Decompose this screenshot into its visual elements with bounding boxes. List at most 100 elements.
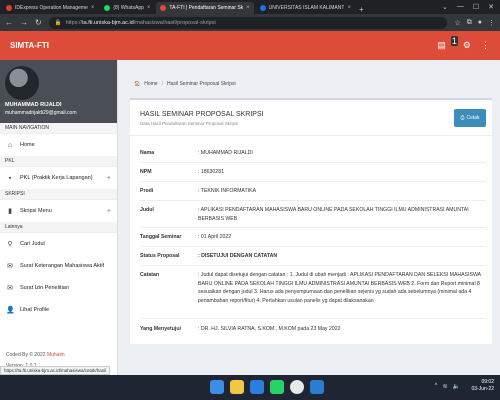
chrome-icon[interactable] (290, 380, 304, 394)
chevron-up-icon[interactable]: ^ (435, 383, 438, 390)
sidebar-item-label: Surat Izin Penelitian (20, 285, 69, 291)
result-card: HASIL SEMINAR PROPOSAL SKRIPSI Data Hasi… (130, 98, 492, 344)
user-icon: 👤 (6, 307, 15, 314)
breadcrumb-separator: / (161, 81, 163, 87)
message-icon[interactable]: ▤ 1 (437, 36, 458, 51)
detail-value: : DISETUJUI DENGAN CATATAN (198, 253, 278, 259)
tab-favicon (259, 5, 266, 11)
section-skripsi: SKRIPSI (0, 189, 117, 200)
word-icon[interactable] (310, 380, 324, 394)
minimize-icon[interactable]: — (457, 3, 464, 11)
tab-close-icon[interactable]: × (347, 5, 351, 11)
sidebar-item-label: Cari Judul (20, 241, 45, 247)
chevron-down-icon[interactable]: ⌄ (442, 3, 448, 11)
sidebar: MUHAMMAD RIJALDI muhammadrijaldi29@gmail… (0, 60, 118, 375)
clock[interactable]: 09:02 03-Jun-22 (471, 379, 494, 393)
credit-text: Coded By © 2022 (6, 352, 47, 358)
extensions-icon[interactable]: ⧉ (467, 19, 472, 27)
more-icon[interactable]: ⋮ (481, 40, 490, 51)
window-controls: ⌄ — ☐ ✕ (436, 3, 500, 11)
sidebar-item-label: Skripsi Menu (20, 208, 52, 214)
detail-value: : MUHAMMAD RIJALDI (198, 150, 253, 156)
sidebar-item-pkl[interactable]: ▪ PKL (Praktik Kerja Lapangan) + (0, 167, 117, 189)
print-button[interactable]: ⎙ Cetak (454, 109, 486, 127)
footer-credit: Coded By © 2022 Muhaim (6, 352, 65, 358)
wifi-icon[interactable]: ≋ (442, 383, 447, 390)
tab-close-icon[interactable]: × (246, 5, 250, 11)
profile-icon[interactable]: ● (478, 19, 482, 27)
tab-favicon (104, 5, 111, 11)
sidebar-item-surat-aktif[interactable]: ✉ Surat Keterangan Mahasiswa Aktif (0, 255, 117, 277)
divider (140, 162, 486, 163)
file-explorer-icon[interactable] (230, 380, 244, 394)
address-bar: ← → ↻ 🔒 https://ta.fti.uniska-bjm.ac.id/… (0, 14, 500, 31)
tab-title: IDExpress Operation Manageme (15, 5, 88, 11)
forward-icon[interactable]: → (20, 18, 28, 27)
section-main-navigation: MAIN NAVIGATION (0, 123, 117, 134)
plus-icon: + (106, 207, 111, 215)
detail-row-catatan: Catatan : Judul dapat disetujui dengan c… (140, 271, 486, 305)
tab-title: TA-FTI | Pendaftaran Seminar Sk (169, 5, 244, 11)
home-icon: ⌂ (7, 141, 13, 149)
sidebar-item-skripsi[interactable]: ▮ Skripsi Menu + (0, 200, 117, 222)
breadcrumb-home[interactable]: Home (144, 81, 157, 87)
back-icon[interactable]: ← (5, 18, 13, 27)
url-prefix: https:// (65, 19, 83, 26)
clock-time: 09:02 (481, 379, 494, 385)
detail-row-penyetuju: Yang Menyetujui : DR. HJ. SILVIA RATNA, … (140, 325, 486, 334)
detail-label: Catatan (140, 272, 160, 278)
detail-row-judul: Judul : APLIKASI PENDAFTARAN MAHASISWA B… (140, 206, 486, 223)
lock-icon: 🔒 (54, 19, 62, 26)
start-icon[interactable] (210, 380, 224, 394)
url-path: /mahasiswa/hasil/proposal-skripsi (133, 19, 216, 26)
print-button-label: Cetak (466, 115, 480, 121)
breadcrumb-current: Hasil Seminar Proposal Skripsi (166, 81, 236, 87)
browser-tab[interactable]: (8) WhatsApp × (100, 2, 154, 14)
divider (130, 135, 492, 136)
url-field[interactable]: 🔒 https://ta.fti.uniska-bjm.ac.id/mahasi… (48, 16, 448, 29)
app-brand[interactable]: SIMTA-FTI (10, 41, 49, 50)
detail-value: : Judul dapat disetujui dengan catatan :… (198, 272, 481, 304)
sidebar-item-surat-izin[interactable]: ✉ Surat Izin Penelitian (0, 277, 117, 299)
browser-tab-active[interactable]: TA-FTI | Pendaftaran Seminar Sk × (156, 2, 254, 14)
reload-icon[interactable]: ↻ (35, 18, 42, 27)
page-subtitle: Data Hasil Pendaftaran Seminar Proposal … (140, 121, 239, 126)
credit-link[interactable]: Muhaim (47, 352, 65, 358)
sidebar-item-label: Home (20, 142, 35, 148)
section-lainnya: Lainnya (0, 222, 117, 233)
sidebar-item-cari-judul[interactable]: ⚲ Cari Judul (0, 233, 117, 255)
tab-close-icon[interactable]: × (91, 5, 95, 11)
sidebar-item-profile[interactable]: 👤 Lihat Profile (0, 299, 117, 321)
clock-date: 03-Jun-22 (471, 386, 494, 392)
close-icon[interactable]: ✕ (488, 3, 494, 11)
menu-icon[interactable]: ⋮ (488, 19, 495, 27)
detail-value: : TEKNIK INFORMATIKA (198, 188, 257, 194)
detail-label: Status Proposal (140, 253, 180, 259)
browser-tab[interactable]: UNIVERSITAS ISLAM KALIMANT × (256, 2, 355, 14)
header-icons: ▤ 1 ⚙ ⋮ (437, 36, 490, 51)
detail-label: Nama (140, 150, 155, 156)
plus-icon: + (106, 174, 111, 182)
tab-title: UNIVERSITAS ISLAM KALIMANT (268, 5, 345, 11)
new-tab-icon[interactable]: + (359, 5, 364, 14)
tab-title: (8) WhatsApp (113, 5, 144, 11)
notification-badge: 1 (450, 36, 458, 46)
envelope-icon: ✉ (7, 285, 13, 292)
whatsapp-icon[interactable] (270, 380, 284, 394)
user-panel: MUHAMMAD RIJALDI muhammadrijaldi29@gmail… (0, 60, 117, 123)
tab-close-icon[interactable]: × (147, 5, 151, 11)
star-icon[interactable]: ☆ (454, 19, 460, 27)
detail-row-status: Status Proposal : DISETUJUI DENGAN CATAT… (140, 252, 486, 261)
gear-icon[interactable]: ⚙ (463, 40, 471, 51)
breadcrumb: 🏠 Home / Hasil Seminar Proposal Skripsi (134, 81, 236, 87)
browser-tab[interactable]: IDExpress Operation Manageme × (2, 2, 98, 14)
store-icon[interactable] (250, 380, 264, 394)
url-domain: ta.fti.uniska-bjm.ac.id (82, 19, 134, 26)
detail-row-prodi: Prodi : TEKNIK INFORMATIKA (140, 187, 486, 196)
volume-icon[interactable]: 🔈 (453, 383, 460, 390)
envelope-icon: ✉ (7, 263, 13, 270)
printer-icon: ⎙ (460, 115, 465, 121)
sidebar-item-home[interactable]: ⌂ Home (0, 134, 117, 156)
page-title: HASIL SEMINAR PROPOSAL SKRIPSI (140, 111, 264, 118)
maximize-icon[interactable]: ☐ (473, 3, 479, 11)
